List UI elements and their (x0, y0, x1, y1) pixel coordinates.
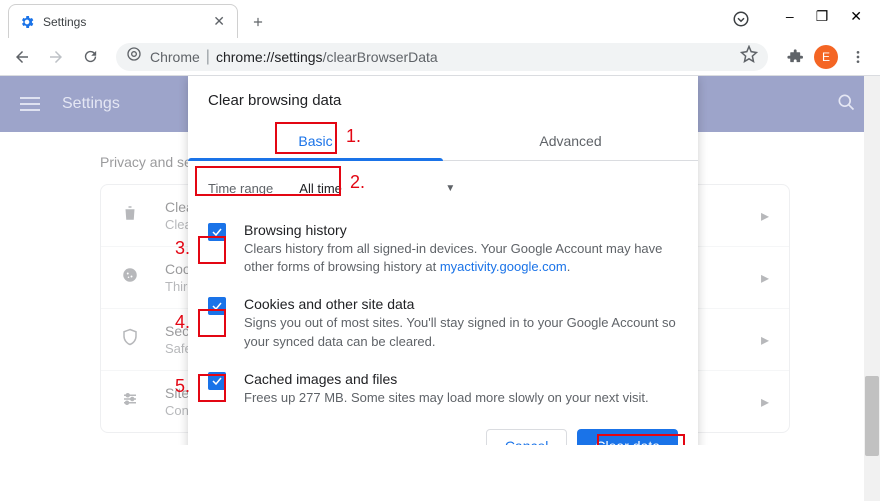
time-range-field: Time range All time ▼ (188, 161, 698, 206)
dialog-tabs: Basic Advanced (188, 123, 698, 161)
opt-browsing-history: Browsing history Clears history from all… (208, 212, 678, 286)
url-divider: | (206, 48, 210, 66)
new-tab-button[interactable] (244, 8, 272, 36)
checkbox-history[interactable] (208, 223, 226, 241)
minimize-button[interactable]: – (786, 8, 794, 25)
opt-cache: Cached images and files Frees up 277 MB.… (208, 361, 678, 417)
site-info-icon[interactable] (126, 46, 142, 67)
time-range-label: Time range (208, 181, 273, 196)
tab-basic[interactable]: Basic (188, 123, 443, 160)
clear-data-button[interactable]: Clear data (577, 429, 678, 445)
page-scrollbar[interactable] (864, 76, 880, 501)
chevron-down-icon: ▼ (445, 183, 455, 194)
checkbox-cache[interactable] (208, 372, 226, 390)
myactivity-link[interactable]: myactivity.google.com (440, 259, 567, 274)
window-controls: – ❐ ✕ (786, 0, 880, 25)
back-button[interactable] (8, 43, 36, 71)
profile-avatar[interactable]: E (814, 45, 838, 69)
close-button[interactable]: ✕ (850, 8, 862, 25)
dialog-title: Clear browsing data (188, 76, 698, 123)
bookmark-star-icon[interactable] (740, 45, 758, 68)
tab-title: Settings (43, 15, 211, 29)
browser-toolbar: Chrome | chrome://settings/clearBrowserD… (0, 38, 880, 76)
checkbox-cookies[interactable] (208, 297, 226, 315)
window-titlebar: Settings ✕ – ❐ ✕ (0, 0, 880, 38)
browser-tab[interactable]: Settings ✕ (8, 4, 238, 38)
opt-cookies: Cookies and other site data Signs you ou… (208, 286, 678, 360)
url-prefix: Chrome (150, 49, 200, 65)
scroll-thumb[interactable] (865, 376, 879, 456)
time-range-select[interactable]: All time ▼ (287, 175, 467, 202)
tab-close-icon[interactable]: ✕ (211, 11, 227, 32)
maximize-button[interactable]: ❐ (816, 8, 829, 25)
chrome-menu-icon[interactable] (844, 43, 872, 71)
extensions-icon[interactable] (780, 43, 808, 71)
dialog-actions: Cancel Clear data (188, 417, 698, 445)
page-content: Settings Privacy and security Clear brow… (0, 76, 880, 445)
dialog-options: Browsing history Clears history from all… (188, 206, 698, 417)
settings-gear-icon (19, 14, 35, 30)
tab-search-icon[interactable] (732, 10, 750, 33)
tab-advanced[interactable]: Advanced (443, 123, 698, 160)
address-bar[interactable]: Chrome | chrome://settings/clearBrowserD… (116, 43, 768, 71)
cancel-button[interactable]: Cancel (486, 429, 568, 445)
url-text: chrome://settings/clearBrowserData (216, 49, 438, 65)
reload-button[interactable] (76, 43, 104, 71)
forward-button (42, 43, 70, 71)
clear-data-dialog: Clear browsing data Basic Advanced Time … (188, 76, 698, 445)
